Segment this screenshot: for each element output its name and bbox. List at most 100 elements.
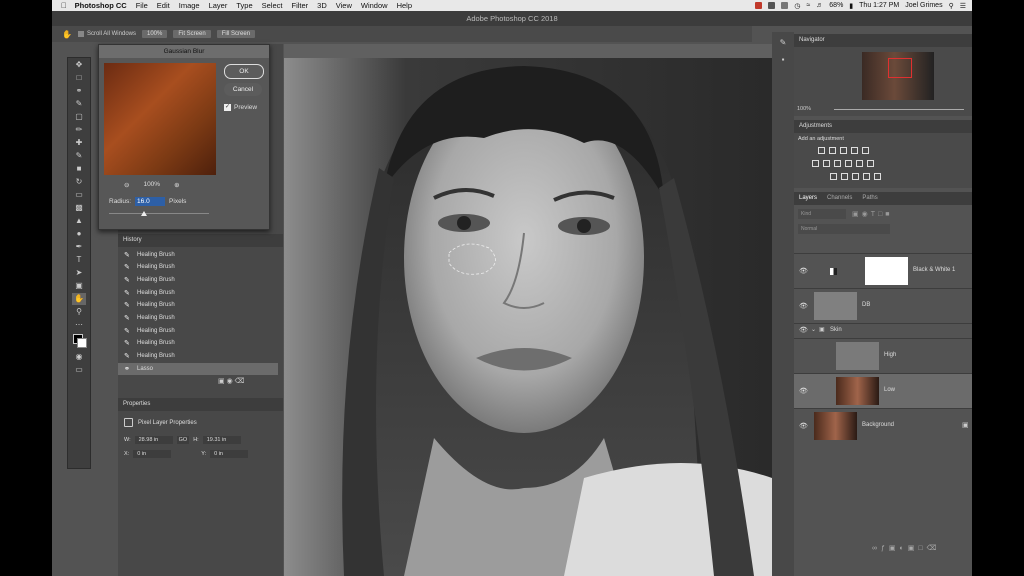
layer-thumbnail[interactable] [814, 412, 857, 440]
tab-channels[interactable]: Channels [827, 192, 852, 205]
history-item[interactable]: ✎ Healing Brush [124, 350, 274, 362]
zoom-tool-icon[interactable]: ⚲ [72, 306, 86, 318]
battery-percent[interactable]: 68% [829, 2, 843, 9]
move-tool-icon[interactable]: ✥ [72, 59, 86, 71]
selective-color-icon[interactable] [874, 173, 881, 180]
user-name[interactable]: Joel Grimes [905, 2, 942, 9]
tab-paths[interactable]: Paths [862, 192, 877, 205]
layer-name[interactable]: High [884, 352, 896, 358]
menu-help[interactable]: Help [397, 1, 412, 10]
adjustments-title[interactable]: Adjustments [794, 120, 972, 133]
color-balance-icon[interactable] [823, 160, 830, 167]
history-item-selected[interactable]: ⚭ Lasso [118, 363, 278, 375]
gradient-map-icon[interactable] [863, 173, 870, 180]
eraser-tool-icon[interactable]: ▭ [72, 189, 86, 201]
brush-tool-icon[interactable]: ✎ [72, 150, 86, 162]
dodge-tool-icon[interactable]: ● [72, 228, 86, 240]
quick-select-tool-icon[interactable]: ✎ [72, 98, 86, 110]
menu-select[interactable]: Select [262, 1, 283, 10]
history-brush-icon[interactable]: ↻ [72, 176, 86, 188]
new-document-icon[interactable]: ▣ [218, 378, 225, 385]
layer-name[interactable]: Black & White 1 [913, 267, 955, 273]
blur-preview[interactable] [104, 63, 216, 175]
layer-thumbnail[interactable] [814, 292, 857, 320]
pen-tool-icon[interactable]: ✒ [72, 241, 86, 253]
background-color[interactable] [77, 338, 87, 348]
navigator-title[interactable]: Navigator [794, 34, 972, 47]
history-item[interactable]: ✎ Healing Brush [124, 287, 274, 299]
navigator-zoom-slider[interactable] [834, 109, 964, 110]
status-app-icon[interactable] [768, 2, 776, 9]
vibrance-icon[interactable] [862, 147, 869, 154]
height-field[interactable]: 19.31 in [202, 436, 241, 444]
tab-layers[interactable]: Layers [799, 192, 817, 205]
width-field[interactable]: 28.98 in [134, 436, 173, 444]
healing-brush-tool-icon[interactable]: ✚ [72, 137, 86, 149]
clock[interactable]: Thu 1:27 PM [859, 2, 899, 9]
screen-mode-icon[interactable]: ▭ [72, 364, 86, 376]
layer-style-icon[interactable]: ƒ [881, 545, 889, 552]
layer-group-row[interactable]: 👁 ⌄ ▣ Skin [794, 323, 972, 338]
ok-button[interactable]: OK [224, 64, 264, 79]
battery-icon[interactable]: ▮ [849, 2, 853, 10]
link-layers-icon[interactable]: ∞ [872, 545, 881, 552]
visibility-eye-icon[interactable]: 👁 [799, 326, 808, 334]
navigator-zoom[interactable]: 100% [797, 106, 811, 112]
menu-layer[interactable]: Layer [209, 1, 228, 10]
camera-icon[interactable]: ◉ [227, 378, 233, 385]
shape-tool-icon[interactable]: ▣ [72, 280, 86, 292]
layer-name[interactable]: DB [862, 302, 870, 308]
threshold-icon[interactable] [852, 173, 859, 180]
history-item[interactable]: ✎ Healing Brush [124, 249, 274, 261]
quick-mask-icon[interactable]: ◉ [72, 351, 86, 363]
hue-saturation-icon[interactable] [812, 160, 819, 167]
apple-icon[interactable]:  [61, 1, 67, 10]
layer-row[interactable]: 👁 DB [794, 288, 972, 323]
type-tool-icon[interactable]: T [72, 254, 86, 266]
history-panel-title[interactable]: History [118, 234, 283, 247]
fit-screen-button[interactable]: Fit Screen [173, 30, 211, 38]
color-swatches[interactable] [72, 332, 87, 350]
horizontal-ruler[interactable] [284, 44, 772, 58]
hand-tool-icon[interactable]: ✋ [72, 293, 86, 305]
history-item[interactable]: ✎ Healing Brush [124, 274, 274, 286]
visibility-eye-icon[interactable]: 👁 [799, 267, 808, 275]
layer-thumbnail[interactable] [836, 342, 879, 370]
time-machine-icon[interactable]: ◷ [794, 2, 800, 10]
status-app-icon[interactable] [781, 2, 789, 9]
menu-image[interactable]: Image [179, 1, 200, 10]
blur-tool-icon[interactable]: ▲ [72, 215, 86, 227]
color-lookup-icon[interactable] [867, 160, 874, 167]
new-layer-icon[interactable]: □ [918, 545, 926, 552]
radius-input[interactable]: 16.0 [135, 197, 166, 206]
menu-edit[interactable]: Edit [157, 1, 170, 10]
trash-icon[interactable]: ⌫ [235, 378, 245, 385]
lasso-tool-icon[interactable]: ⚭ [72, 85, 86, 97]
zoom-out-icon[interactable]: ⊖ [124, 181, 129, 189]
menu-view[interactable]: View [336, 1, 352, 10]
preview-check-icon[interactable]: ✓ [224, 104, 231, 111]
menu-file[interactable]: File [136, 1, 148, 10]
invert-icon[interactable] [830, 173, 837, 180]
document-canvas[interactable] [284, 58, 772, 576]
layer-row[interactable]: High [794, 338, 972, 373]
clone-source-icon[interactable]: ▪ [772, 55, 794, 64]
visibility-eye-icon[interactable]: 👁 [799, 302, 808, 310]
fill-screen-button[interactable]: Fill Screen [216, 30, 256, 38]
history-item[interactable]: ✎ Healing Brush [124, 299, 274, 311]
dialog-title[interactable]: Gaussian Blur [99, 45, 269, 58]
add-mask-icon[interactable]: ▣ [889, 545, 900, 552]
radius-slider-track[interactable] [109, 213, 209, 214]
gradient-tool-icon[interactable]: ▩ [72, 202, 86, 214]
history-item[interactable]: ✎ Healing Brush [124, 325, 274, 337]
black-white-icon[interactable] [834, 160, 841, 167]
cancel-button[interactable]: Cancel [224, 83, 262, 96]
new-adjustment-icon[interactable]: ◐ [900, 545, 908, 552]
eyedropper-tool-icon[interactable]: ✏ [72, 124, 86, 136]
path-select-tool-icon[interactable]: ➤ [72, 267, 86, 279]
menu-type[interactable]: Type [236, 1, 252, 10]
curves-icon[interactable] [840, 147, 847, 154]
layer-row-selected[interactable]: 👁 Low [794, 373, 972, 408]
x-field[interactable]: 0 in [133, 450, 172, 458]
layer-name[interactable]: Low [884, 387, 895, 393]
